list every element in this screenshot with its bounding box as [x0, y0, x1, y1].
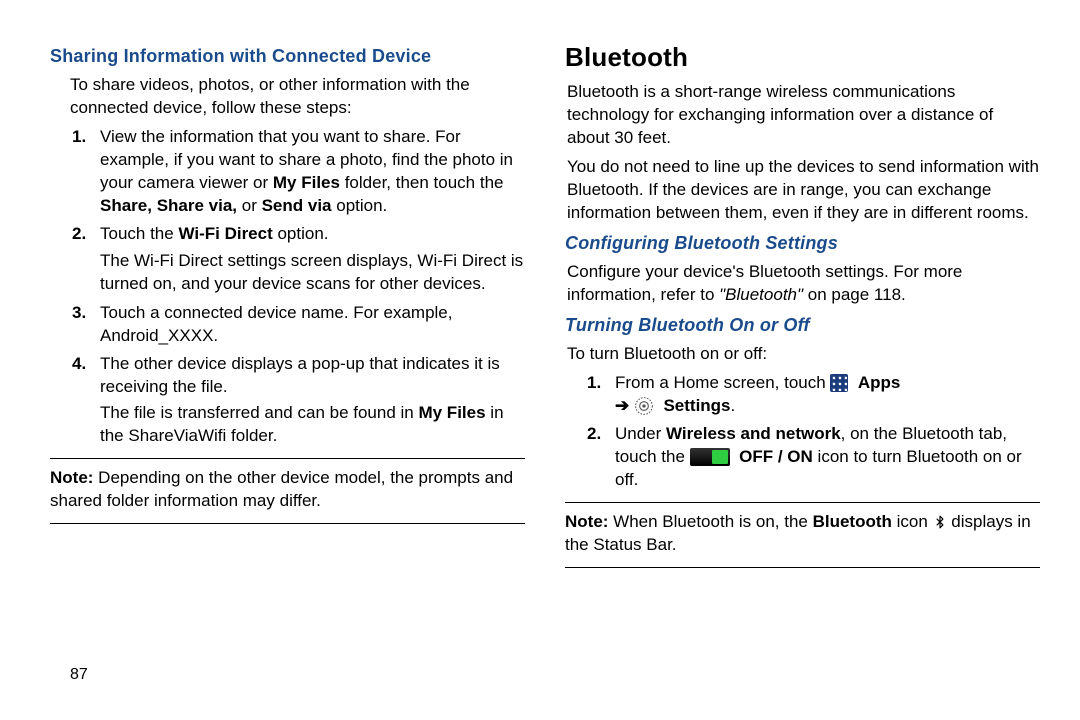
- configuring-text: Configure your device's Bluetooth settin…: [567, 261, 1040, 307]
- step-text: From a Home screen, touch Apps ➔ Setting…: [615, 373, 900, 415]
- step-number: 1.: [72, 126, 86, 149]
- heading-sharing-info: Sharing Information with Connected Devic…: [50, 44, 525, 68]
- divider: [50, 458, 525, 459]
- apps-icon: [830, 374, 848, 392]
- step-text: Under Wireless and network, on the Bluet…: [615, 424, 1022, 489]
- step-number: 1.: [587, 372, 601, 395]
- step-number: 3.: [72, 302, 86, 325]
- page-number: 87: [70, 664, 88, 686]
- right-column: Bluetooth Bluetooth is a short-range wir…: [565, 40, 1040, 576]
- step-3: 3. Touch a connected device name. For ex…: [50, 302, 525, 348]
- step-number: 2.: [72, 223, 86, 246]
- note-label: Note:: [50, 468, 93, 487]
- arrow-icon: ➔: [615, 396, 629, 415]
- r-step-1: 1. From a Home screen, touch Apps ➔ Sett…: [565, 372, 1040, 418]
- step-text: View the information that you want to sh…: [100, 127, 513, 215]
- apps-label: Apps: [853, 373, 900, 392]
- note-left: Note: Depending on the other device mode…: [50, 467, 525, 513]
- step-4: 4. The other device displays a pop-up th…: [50, 353, 525, 449]
- divider: [565, 567, 1040, 568]
- heading-bluetooth: Bluetooth: [565, 40, 1040, 75]
- step-number: 4.: [72, 353, 86, 376]
- step-text: Touch a connected device name. For examp…: [100, 303, 452, 345]
- r-step-2: 2. Under Wireless and network, on the Bl…: [565, 423, 1040, 492]
- turn-intro: To turn Bluetooth on or off:: [567, 343, 1040, 366]
- note-right: Note: When Bluetooth is on, the Bluetoot…: [565, 511, 1040, 557]
- heading-configuring: Configuring Bluetooth Settings: [565, 231, 1040, 255]
- step-2-after: The Wi-Fi Direct settings screen display…: [100, 250, 525, 296]
- toggle-off-on-icon: [690, 448, 730, 466]
- steps-right: 1. From a Home screen, touch Apps ➔ Sett…: [565, 372, 1040, 492]
- divider: [50, 523, 525, 524]
- settings-label: Settings: [659, 396, 731, 415]
- steps-left: 1. View the information that you want to…: [50, 126, 525, 448]
- bluetooth-icon: [933, 511, 947, 534]
- step-2: 2. Touch the Wi-Fi Direct option. The Wi…: [50, 223, 525, 296]
- step-text: The other device displays a pop-up that …: [100, 354, 500, 396]
- intro-left: To share videos, photos, or other inform…: [50, 74, 525, 120]
- step-4-after: The file is transferred and can be found…: [100, 402, 525, 448]
- off-on-label: OFF / ON: [734, 447, 812, 466]
- settings-icon: [634, 395, 654, 418]
- divider: [565, 502, 1040, 503]
- bluetooth-intro-2: You do not need to line up the devices t…: [567, 156, 1040, 225]
- left-column: Sharing Information with Connected Devic…: [50, 40, 525, 576]
- note-text: Depending on the other device model, the…: [50, 468, 513, 510]
- step-text: Touch the Wi-Fi Direct option.: [100, 224, 329, 243]
- note-label: Note:: [565, 512, 608, 531]
- step-number: 2.: [587, 423, 601, 446]
- bluetooth-intro-1: Bluetooth is a short-range wireless comm…: [567, 81, 1040, 150]
- heading-turning-on-off: Turning Bluetooth On or Off: [565, 313, 1040, 337]
- step-1: 1. View the information that you want to…: [50, 126, 525, 218]
